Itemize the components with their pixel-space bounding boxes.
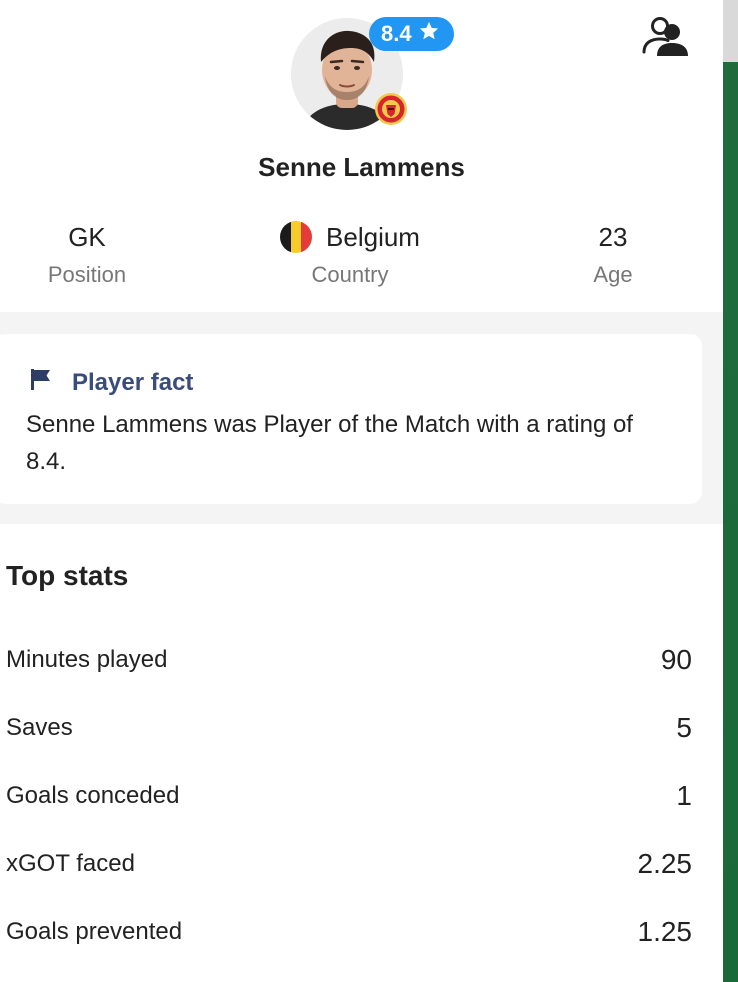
star-icon: [418, 20, 440, 48]
stat-row-xgot-faced: xGOT faced 2.25: [6, 844, 692, 884]
club-crest-icon: [374, 92, 408, 126]
belgium-flag-icon: [280, 221, 313, 253]
stat-label: Minutes played: [6, 646, 168, 673]
stat-value: 1: [676, 780, 692, 811]
country-value: Belgium: [326, 222, 420, 252]
stat-value: 5: [676, 712, 692, 743]
stat-row-saves: Saves 5: [6, 708, 692, 748]
stat-label: Saves: [6, 714, 73, 741]
age-info: 23 Age: [526, 220, 700, 288]
background-edge: [723, 0, 738, 982]
position-info: GK Position: [0, 220, 174, 288]
top-stats-title: Top stats: [6, 560, 129, 591]
stat-label: Goals prevented: [6, 918, 183, 945]
player-fact-header: Player fact: [28, 366, 193, 399]
stat-row-minutes-played: Minutes played 90: [6, 640, 692, 680]
country-label: Country: [311, 262, 389, 287]
player-fact-section: Player fact Senne Lammens was Player of …: [0, 312, 723, 524]
stat-label: Goals conceded: [6, 782, 180, 809]
flag-icon: [28, 366, 54, 399]
position-value: GK: [68, 222, 106, 252]
stat-row-goals-conceded: Goals conceded 1: [6, 776, 692, 816]
stat-value: 90: [660, 644, 692, 675]
player-info-row: GK Position Belgium Country 23 Age: [0, 220, 700, 288]
player-fact-card: Player fact Senne Lammens was Player of …: [0, 334, 702, 504]
player-fact-title: Player fact: [72, 368, 194, 396]
stat-value: 2.25: [637, 848, 693, 879]
stat-row-goals-prevented: Goals prevented 1.25: [6, 912, 692, 952]
player-panel: 8.4 Senne Lammens GK Position Belgium Co…: [0, 0, 723, 982]
rating-badge[interactable]: 8.4: [369, 17, 454, 51]
age-value: 23: [598, 222, 628, 252]
player-header: 8.4 Senne Lammens GK Position Belgium Co…: [0, 0, 723, 312]
player-name: Senne Lammens: [258, 152, 465, 182]
country-info[interactable]: Belgium Country: [174, 220, 526, 288]
position-label: Position: [47, 262, 127, 287]
age-label: Age: [593, 262, 633, 287]
stat-value: 1.25: [637, 916, 693, 947]
rating-value: 8.4: [381, 21, 412, 46]
player-card-screen: 8.4 Senne Lammens GK Position Belgium Co…: [0, 0, 738, 982]
stat-label: xGOT faced: [6, 850, 135, 877]
player-fact-text: Senne Lammens was Player of the Match wi…: [26, 411, 633, 475]
user-switch-icon[interactable]: [640, 14, 692, 58]
